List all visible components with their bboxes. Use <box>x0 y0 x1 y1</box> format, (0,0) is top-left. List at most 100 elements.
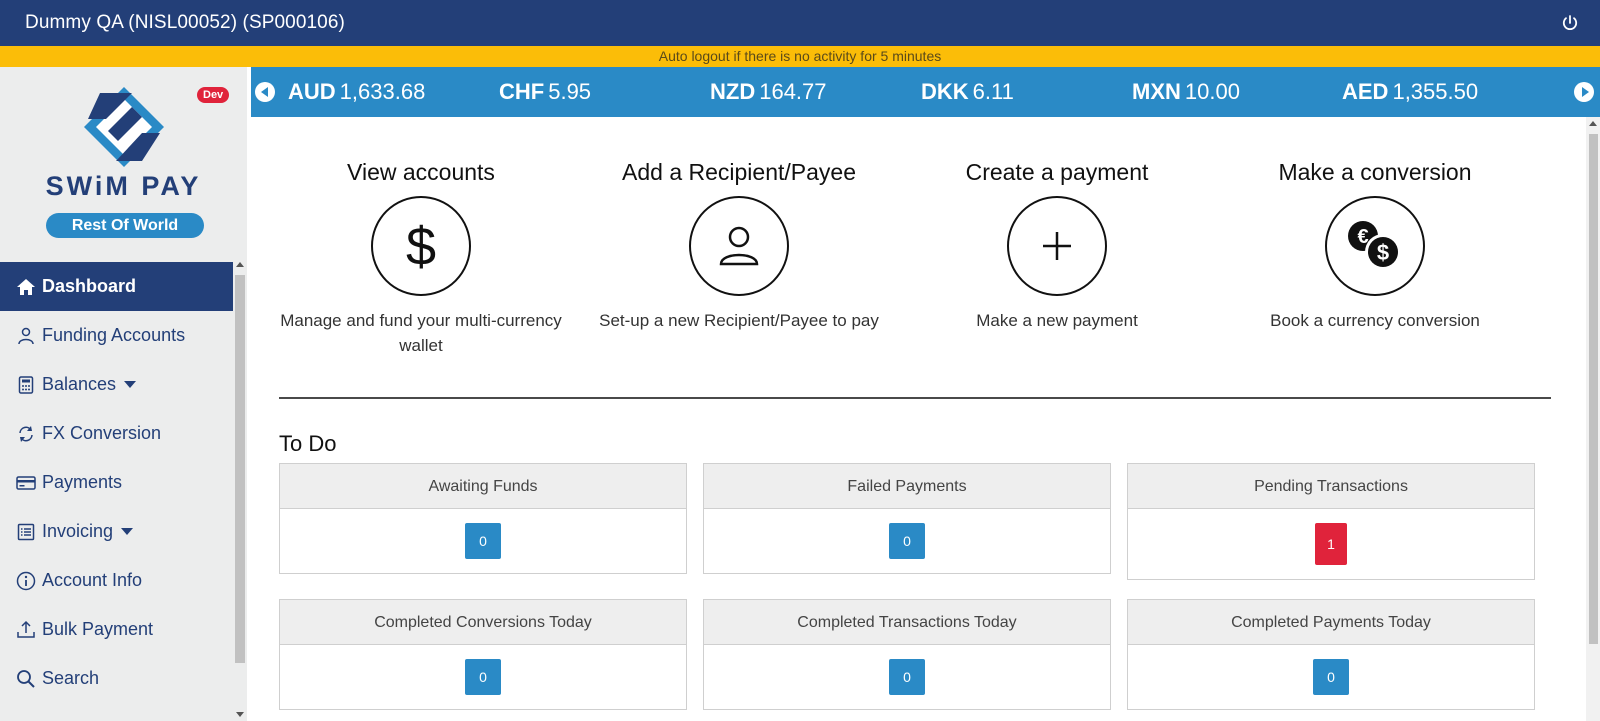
count-badge[interactable]: 1 <box>1315 523 1347 565</box>
count-badge[interactable]: 0 <box>465 523 501 559</box>
count-badge[interactable]: 0 <box>1313 659 1349 695</box>
auto-logout-notice: Auto logout if there is no activity for … <box>0 46 1600 67</box>
currency-exchange-icon[interactable]: € $ <box>1325 196 1425 296</box>
svg-text:$: $ <box>406 217 436 275</box>
swimpay-logo-icon <box>84 87 164 167</box>
sidebar-item-label: Funding Accounts <box>42 325 186 345</box>
svg-text:$: $ <box>1377 240 1389 265</box>
info-icon <box>15 571 37 591</box>
view-accounts-action[interactable]: View accounts $ Manage and fund your mul… <box>271 159 571 358</box>
scroll-up-icon[interactable] <box>236 262 244 267</box>
rate-value: 1,355.50 <box>1392 79 1479 104</box>
action-description: Set-up a new Recipient/Payee to pay <box>599 311 879 330</box>
sidebar-item-account-info[interactable]: Account Info <box>0 556 233 605</box>
list-icon <box>15 522 37 542</box>
todo-card-completed-transactions: Completed Transactions Today 0 <box>703 599 1111 710</box>
card-body: 1 <box>1128 509 1534 579</box>
ticker-prev-icon[interactable] <box>255 82 275 102</box>
todo-card-completed-payments: Completed Payments Today 0 <box>1127 599 1535 710</box>
rate-code: DKK <box>921 79 969 104</box>
action-title: Make a conversion <box>1278 159 1472 185</box>
sidebar-item-fx-conversion[interactable]: FX Conversion <box>0 409 233 458</box>
count-badge[interactable]: 0 <box>889 659 925 695</box>
main-scrollbar[interactable] <box>1586 117 1600 721</box>
sidebar-item-search[interactable]: Search <box>0 654 233 703</box>
rate-mxn: MXN 10.00 <box>1132 79 1240 105</box>
sidebar: Dev SWiM PAY Rest Of World Dashboard Fun… <box>0 67 247 721</box>
section-divider <box>279 397 1551 399</box>
sidebar-item-label: Payments <box>42 472 123 492</box>
action-title: Add a Recipient/Payee <box>622 159 856 185</box>
sidebar-item-funding-accounts[interactable]: Funding Accounts <box>0 311 233 360</box>
power-icon[interactable] <box>1560 13 1580 33</box>
card-header: Completed Conversions Today <box>280 600 686 645</box>
sidebar-scrollbar[interactable] <box>233 259 247 721</box>
action-description: Manage and fund your multi-currency wall… <box>280 311 562 355</box>
ticker-next-icon[interactable] <box>1574 82 1594 102</box>
card-icon <box>15 473 37 493</box>
account-title: Dummy QA (NISL00052) (SP000106) <box>25 12 345 33</box>
sidebar-item-invoicing[interactable]: Invoicing <box>0 507 233 556</box>
rate-nzd: NZD 164.77 <box>710 79 827 105</box>
top-bar: Dummy QA (NISL00052) (SP000106) <box>0 0 1600 46</box>
main-scroll-thumb[interactable] <box>1589 134 1598 644</box>
scroll-up-icon[interactable] <box>1589 121 1597 126</box>
rate-dkk: DKK 6.11 <box>921 79 1014 105</box>
action-title: Create a payment <box>965 159 1149 185</box>
rate-code: NZD <box>710 79 756 104</box>
sidebar-item-label: Balances <box>42 374 117 394</box>
add-recipient-action[interactable]: Add a Recipient/Payee Set-up a new Recip… <box>589 159 889 333</box>
chevron-down-icon <box>121 528 134 535</box>
sidebar-item-label: Bulk Payment <box>42 619 154 639</box>
refresh-icon <box>15 424 37 444</box>
todo-card-failed-payments: Failed Payments 0 <box>703 463 1111 574</box>
sidebar-item-label: Dashboard <box>42 276 137 296</box>
sidebar-item-label: Search <box>42 668 100 688</box>
card-header: Completed Transactions Today <box>704 600 1110 645</box>
brand-name: SWiM PAY <box>45 171 202 201</box>
sidebar-item-bulk-payment[interactable]: Bulk Payment <box>0 605 233 654</box>
sidebar-item-label: Invoicing <box>42 521 114 541</box>
plus-icon[interactable] <box>1007 196 1107 296</box>
sidebar-item-balances[interactable]: Balances <box>0 360 233 409</box>
rate-chf: CHF 5.95 <box>499 79 591 105</box>
sidebar-item-payments[interactable]: Payments <box>0 458 233 507</box>
sidebar-item-label: Account Info <box>42 570 143 590</box>
count-badge[interactable]: 0 <box>889 523 925 559</box>
person-icon[interactable] <box>689 196 789 296</box>
logo-area: Dev SWiM PAY Rest Of World <box>0 67 247 257</box>
action-title: View accounts <box>347 159 495 185</box>
todo-card-pending-transactions: Pending Transactions 1 <box>1127 463 1535 580</box>
sidebar-item-label: FX Conversion <box>42 423 162 443</box>
sidebar-nav: Dashboard Funding Accounts Balances FX C… <box>0 262 233 703</box>
dashboard-content: View accounts $ Manage and fund your mul… <box>251 117 1586 721</box>
calculator-icon <box>15 375 37 395</box>
chevron-down-icon <box>124 381 137 388</box>
count-badge[interactable]: 0 <box>465 659 501 695</box>
card-body: 0 <box>704 509 1110 573</box>
sidebar-item-dashboard[interactable]: Dashboard <box>0 262 233 311</box>
create-payment-action[interactable]: Create a payment Make a new payment <box>907 159 1207 333</box>
card-header: Completed Payments Today <box>1128 600 1534 645</box>
make-conversion-action[interactable]: Make a conversion € $ Book a currency co… <box>1225 159 1525 333</box>
rate-value: 164.77 <box>759 79 827 104</box>
rate-code: MXN <box>1132 79 1181 104</box>
home-icon <box>15 277 37 297</box>
card-body: 0 <box>1128 645 1534 709</box>
todo-heading: To Do <box>279 431 337 456</box>
dev-badge: Dev <box>197 87 230 103</box>
rate-aud: AUD 1,633.68 <box>288 79 425 105</box>
rate-value: 1,633.68 <box>339 79 426 104</box>
rate-code: AED <box>1342 79 1389 104</box>
currency-ticker: AUD 1,633.68 CHF 5.95 NZD 164.77 DKK 6.11 MX… <box>251 67 1600 117</box>
sidebar-scroll-thumb[interactable] <box>235 275 245 663</box>
rate-code: CHF <box>499 79 545 104</box>
scroll-down-icon[interactable] <box>236 712 244 717</box>
action-description: Book a currency conversion <box>1270 311 1480 330</box>
card-header: Pending Transactions <box>1128 464 1534 509</box>
action-description: Make a new payment <box>976 311 1138 330</box>
dollar-icon[interactable]: $ <box>371 196 471 296</box>
upload-icon <box>15 620 37 640</box>
card-body: 0 <box>280 645 686 709</box>
rate-value: 5.95 <box>548 79 592 104</box>
